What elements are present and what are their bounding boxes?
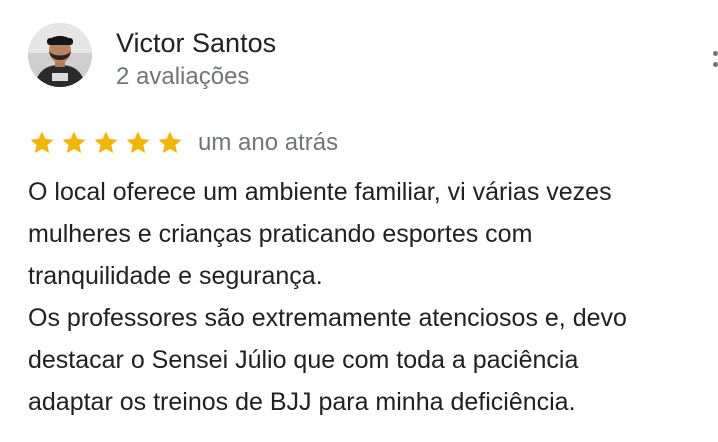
star-icon — [156, 129, 184, 157]
review-count: 2 avaliações — [116, 63, 250, 90]
review-text-line: tranquilidade e segurança. — [28, 262, 323, 290]
star-rating — [28, 129, 188, 157]
review-text-line: Os professores são extremamente atencios… — [28, 304, 627, 332]
review-text-line: mulheres e crianças praticando esportes … — [28, 220, 533, 248]
review-card: Victor Santos 2 avaliações um ano atrás … — [0, 0, 718, 442]
review-text-line: adaptar os treinos de BJJ para minha def… — [28, 388, 576, 416]
star-icon — [124, 129, 152, 157]
star-icon — [28, 129, 56, 157]
review-text-line: O local oferece um ambiente familiar, vi… — [28, 178, 612, 206]
review-text-line: destacar o Sensei Júlio que com toda a p… — [28, 346, 579, 374]
star-icon — [92, 129, 120, 157]
avatar[interactable] — [28, 23, 92, 87]
review-text: O local oferece um ambiente familiar, vi… — [28, 171, 708, 423]
reviewer-name[interactable]: Victor Santos — [116, 27, 276, 59]
review-date: um ano atrás — [198, 129, 339, 156]
rating-row: um ano atrás — [28, 127, 338, 159]
more-vertical-icon[interactable] — [708, 47, 718, 75]
star-icon — [60, 129, 88, 157]
